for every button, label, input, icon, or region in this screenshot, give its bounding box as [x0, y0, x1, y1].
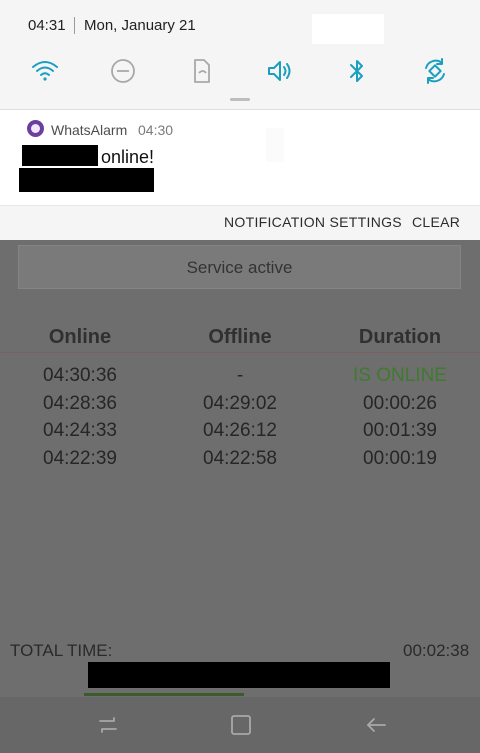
notification-settings-button[interactable]: NOTIFICATION SETTINGS	[224, 214, 402, 230]
table-cell: 04:26:12	[203, 420, 277, 441]
status-date: Mon, January 21	[84, 17, 196, 34]
navigation-bar	[0, 697, 480, 753]
portrait-lock-icon[interactable]	[182, 52, 220, 90]
table-cell: 00:00:19	[363, 448, 437, 469]
redaction-box	[88, 662, 390, 688]
clear-button[interactable]: CLEAR	[412, 214, 460, 230]
redaction-box	[22, 145, 98, 166]
table-cell: 04:30:36	[43, 365, 117, 386]
divider	[0, 352, 480, 353]
service-status-text: Service active	[186, 258, 293, 277]
table-cell: -	[236, 365, 244, 386]
column-header-duration: Duration	[358, 326, 442, 348]
column-header-offline: Offline	[208, 326, 272, 348]
notification-shade: 04:31 Mon, January 21 WhatsAlarm 04:30 o…	[0, 0, 480, 240]
table-cell: 04:24:33	[43, 420, 117, 441]
blank-patch	[312, 14, 384, 44]
progress-underline	[84, 693, 244, 696]
notification-app-name: WhatsAlarm	[51, 122, 128, 138]
redaction-box	[19, 168, 154, 192]
service-status-bar[interactable]: Service active	[18, 245, 461, 289]
auto-rotate-icon[interactable]	[416, 52, 454, 90]
notification-text: online!	[101, 147, 155, 167]
table-cell: 00:01:39	[363, 420, 437, 441]
status-row: 04:31 Mon, January 21	[0, 0, 480, 50]
whatsalarm-app-icon	[27, 120, 44, 137]
status-time: 04:31	[28, 17, 66, 34]
online-status-cell: IS ONLINE	[353, 365, 447, 386]
back-icon[interactable]	[360, 709, 392, 741]
table-cell: 00:00:26	[363, 393, 437, 414]
table-cell: 04:28:36	[43, 393, 117, 414]
sound-icon[interactable]	[260, 52, 298, 90]
wifi-icon[interactable]	[26, 52, 64, 90]
notification-time: 04:30	[138, 122, 174, 138]
total-time-value: 00:02:38	[403, 641, 470, 660]
divider	[0, 205, 480, 206]
recent-apps-icon[interactable]	[92, 709, 124, 741]
home-icon[interactable]	[225, 709, 257, 741]
column-header-online: Online	[48, 326, 112, 348]
total-time-label: TOTAL TIME:	[10, 641, 113, 660]
do-not-disturb-icon[interactable]	[104, 52, 142, 90]
drag-handle[interactable]	[230, 98, 250, 101]
table-cell: 04:22:58	[203, 448, 277, 469]
status-separator	[74, 17, 75, 34]
notification-card[interactable]: WhatsAlarm 04:30 online!	[0, 110, 480, 205]
bluetooth-icon[interactable]	[338, 52, 376, 90]
table-cell: 04:22:39	[43, 448, 117, 469]
table-cell: 04:29:02	[203, 393, 277, 414]
quick-settings-row	[0, 52, 480, 92]
blank-patch	[266, 128, 284, 162]
